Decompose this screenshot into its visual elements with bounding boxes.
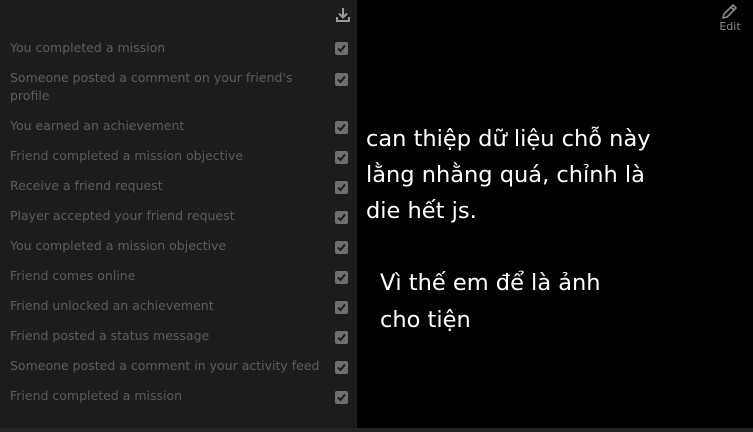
annotation-line: cho tiện xyxy=(380,307,471,333)
checkmark-icon xyxy=(337,213,346,222)
notification-checkbox[interactable] xyxy=(335,271,348,284)
checkmark-icon xyxy=(337,183,346,192)
notification-label: Someone posted a comment in your activit… xyxy=(10,358,320,373)
checkmark-icon xyxy=(337,273,346,282)
notification-label: Friend completed a mission xyxy=(10,388,183,403)
annotation-line: lằng nhằng quá, chỉnh là xyxy=(366,162,645,188)
notification-checkbox[interactable] xyxy=(335,391,348,404)
notification-checkbox[interactable] xyxy=(335,301,348,314)
notification-label: Friend completed a mission objective xyxy=(10,148,244,163)
notification-checkbox[interactable] xyxy=(335,361,348,374)
notification-label: Receive a friend request xyxy=(10,178,163,193)
notification-checkbox[interactable] xyxy=(335,331,348,344)
notification-checkbox[interactable] xyxy=(335,73,348,86)
annotation-line: die hết js. xyxy=(366,198,477,224)
notification-label: Friend posted a status message xyxy=(10,328,210,343)
download-icon[interactable] xyxy=(336,7,350,23)
checkmark-icon xyxy=(337,393,346,402)
notification-checkbox[interactable] xyxy=(335,151,348,164)
notification-checkbox[interactable] xyxy=(335,181,348,194)
notification-label: Friend unlocked an achievement xyxy=(10,298,214,313)
annotation-line: can thiệp dữ liệu chỗ này xyxy=(366,126,651,152)
notification-label: You completed a mission xyxy=(10,40,166,55)
notification-label: Someone posted a comment on your friend'… xyxy=(10,70,293,103)
edit-button[interactable]: Edit xyxy=(714,2,746,34)
notification-checkbox[interactable] xyxy=(335,241,348,254)
checkmark-icon xyxy=(337,333,346,342)
checkmark-icon xyxy=(337,44,346,53)
checkmark-icon xyxy=(337,303,346,312)
notification-settings-panel: You completed a mission Someone posted a… xyxy=(0,0,357,428)
notification-label: You earned an achievement xyxy=(10,118,185,133)
checkmark-icon xyxy=(337,75,346,84)
edit-label: Edit xyxy=(719,20,741,33)
checkmark-icon xyxy=(337,153,346,162)
checkmark-icon xyxy=(337,243,346,252)
notification-label: You completed a mission objective xyxy=(10,238,227,253)
checkmark-icon xyxy=(337,123,346,132)
notification-label: Player accepted your friend request xyxy=(10,208,235,223)
checkmark-icon xyxy=(337,363,346,372)
notification-label: Friend comes online xyxy=(10,268,136,283)
bottom-divider xyxy=(0,428,753,432)
notification-checkbox[interactable] xyxy=(335,42,348,55)
notification-checkbox[interactable] xyxy=(335,121,348,134)
notification-checkbox[interactable] xyxy=(335,211,348,224)
annotation-line: Vì thế em để là ảnh xyxy=(380,270,601,296)
